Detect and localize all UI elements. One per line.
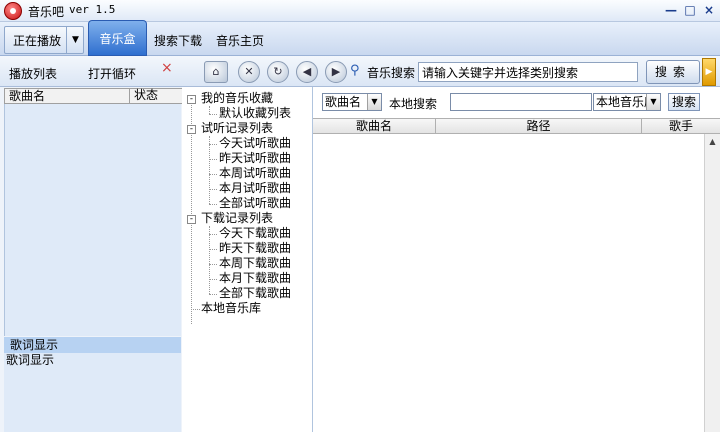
music-search-button[interactable]: 搜索	[646, 60, 700, 84]
stop-icon[interactable]: ✕	[238, 61, 260, 83]
tree-trial-month[interactable]: 本月试听歌曲	[219, 181, 291, 196]
now-playing-label: 正在播放	[13, 34, 62, 48]
expand-download-icon[interactable]: -	[187, 215, 196, 224]
expand-favorites-icon[interactable]: -	[187, 95, 196, 104]
tree-trial-today[interactable]: 今天试听歌曲	[219, 136, 291, 151]
main-menu-bar: 正在播放 ▼ 音乐盒 搜索下载 音乐主页	[0, 20, 720, 56]
column-song-name[interactable]: 歌曲名	[313, 119, 436, 134]
tree-trial-list[interactable]: 试听记录列表	[201, 121, 273, 136]
tree-download-month[interactable]: 本月下载歌曲	[219, 271, 291, 286]
maximize-button[interactable]: □	[683, 2, 697, 18]
chevron-down-icon: ▼	[646, 94, 660, 110]
column-artist[interactable]: 歌手	[642, 119, 720, 134]
forward-icon[interactable]: ▶	[325, 61, 347, 83]
tree-download-all[interactable]: 全部下载歌曲	[219, 286, 291, 301]
browser-toolbar: ⌂ ✕ ↻ ◀ ▶ ⚲ 音乐搜索 搜索 ▶	[182, 56, 720, 87]
tree-trial-all[interactable]: 全部试听歌曲	[219, 196, 291, 211]
playlist-label[interactable]: 播放列表	[9, 65, 57, 82]
lyric-panel: 歌词显示	[4, 353, 181, 432]
tab-music-box[interactable]: 音乐盒	[88, 20, 147, 56]
tree-download-week[interactable]: 本周下载歌曲	[219, 256, 291, 271]
minimize-button[interactable]: —	[664, 2, 678, 18]
tree-local-library[interactable]: 本地音乐库	[201, 301, 261, 316]
scope-select[interactable]: 本地音乐库 ▼	[593, 93, 661, 111]
tree-download-today[interactable]: 今天下载歌曲	[219, 226, 291, 241]
field-select[interactable]: 歌曲名 ▼	[322, 93, 382, 111]
tree-download-yesterday[interactable]: 昨天下载歌曲	[219, 241, 291, 256]
results-header: 歌曲名 路径 歌手	[313, 118, 720, 134]
loop-toggle[interactable]: 打开循环	[88, 65, 136, 82]
lyric-header: 歌词显示	[4, 337, 181, 353]
playlist-list[interactable]	[4, 104, 181, 336]
back-icon[interactable]: ◀	[296, 61, 318, 83]
local-search-input[interactable]	[450, 93, 592, 111]
local-search-label: 本地搜索	[389, 97, 438, 111]
refresh-icon[interactable]: ↻	[267, 61, 289, 83]
local-search-bar: 歌曲名 ▼ 本地搜索 本地音乐库 ▼ 搜索	[313, 87, 720, 117]
music-search-input[interactable]	[418, 62, 638, 82]
tree-trial-week[interactable]: 本周试听歌曲	[219, 166, 291, 181]
playlist-close-icon[interactable]: ×	[161, 60, 173, 76]
tab-search-download[interactable]: 搜索下载	[150, 28, 206, 54]
now-playing-dropdown-icon[interactable]: ▼	[66, 26, 84, 54]
results-panel: 歌曲名 ▼ 本地搜索 本地音乐库 ▼ 搜索 歌曲名 路径 歌手 ▲	[313, 87, 720, 432]
tab-music-home[interactable]: 音乐主页	[212, 28, 268, 54]
title-bar: 音乐吧 ver 1.5 — □ ×	[0, 0, 720, 22]
left-panel: 播放列表 打开循环 × 歌曲名 状态 歌词显示 歌词显示	[0, 56, 182, 432]
window-version: ver 1.5	[69, 3, 116, 16]
column-song-name[interactable]: 歌曲名	[9, 89, 45, 103]
app-logo-icon	[4, 2, 22, 20]
tree-favorites[interactable]: 我的音乐收藏	[201, 91, 273, 106]
playlist-toolbar: 播放列表 打开循环 ×	[0, 56, 182, 87]
toolbar-more-icon[interactable]: ▶	[702, 58, 716, 86]
scroll-up-icon[interactable]: ▲	[705, 134, 720, 149]
home-icon[interactable]: ⌂	[204, 61, 228, 83]
expand-trial-icon[interactable]: -	[187, 125, 196, 134]
playlist-header: 歌曲名 状态	[4, 88, 182, 104]
field-select-value: 歌曲名	[325, 95, 362, 109]
local-search-button[interactable]: 搜索	[668, 93, 700, 111]
results-scrollbar[interactable]: ▲	[704, 134, 720, 432]
column-path[interactable]: 路径	[436, 119, 642, 134]
chevron-down-icon: ▼	[367, 94, 381, 110]
tree-default-favorites[interactable]: 默认收藏列表	[219, 106, 291, 121]
tree-download-list[interactable]: 下载记录列表	[201, 211, 273, 226]
tree-trial-yesterday[interactable]: 昨天试听歌曲	[219, 151, 291, 166]
window-title: 音乐吧	[28, 5, 65, 19]
lyric-text: 歌词显示	[6, 353, 55, 367]
close-button[interactable]: ×	[702, 2, 716, 18]
music-search-label: 音乐搜索	[367, 66, 416, 80]
library-tree: - 我的音乐收藏 默认收藏列表 - 试听记录列表 今天试听歌曲 昨天试听歌曲 本…	[182, 87, 313, 432]
search-icon: ⚲	[350, 63, 360, 78]
column-status[interactable]: 状态	[129, 88, 183, 104]
